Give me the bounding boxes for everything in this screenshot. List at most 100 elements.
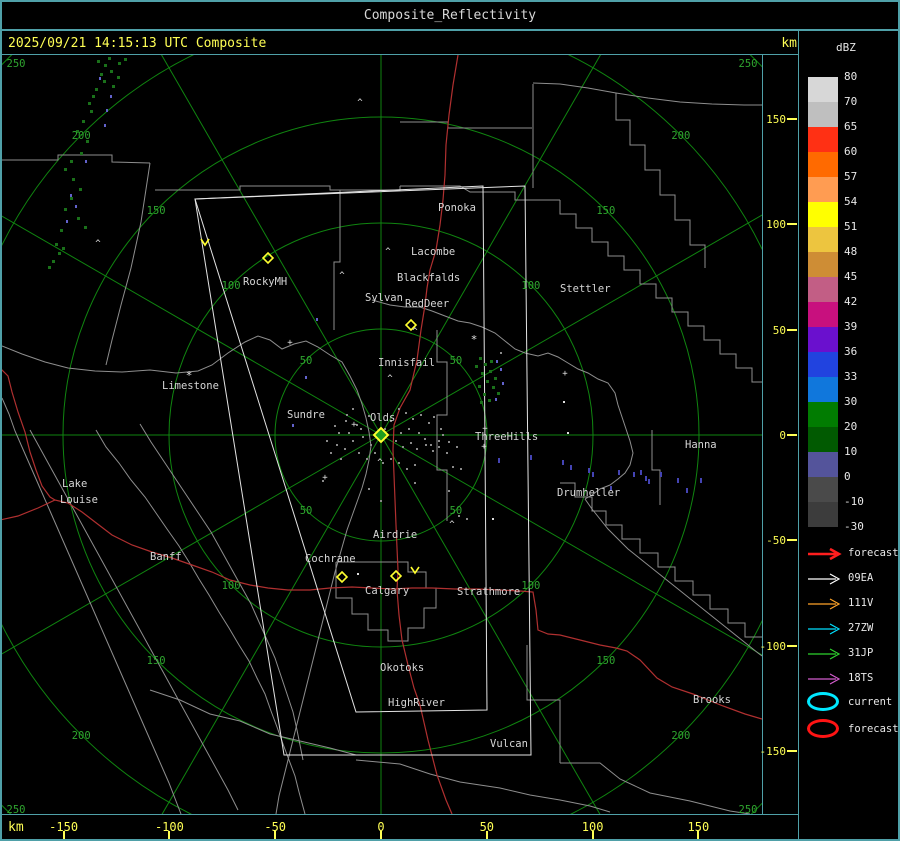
- town-symbol-icon: ^: [377, 458, 383, 468]
- storm-track-arrow-icon: [808, 673, 841, 685]
- range-ring: [2, 55, 762, 814]
- clutter-dot: [428, 422, 430, 424]
- radar-site-diamond-icon: [335, 570, 349, 584]
- city-label: Blackfalds: [397, 272, 460, 284]
- echo-dot-green: [64, 208, 67, 211]
- echo-dot-green: [117, 76, 120, 79]
- bottom-axis-unit-label: km: [8, 820, 24, 835]
- city-label: Innisfail: [378, 357, 435, 369]
- echo-dot-blue: [570, 465, 572, 470]
- city-label: Stettler: [560, 283, 611, 295]
- city-label: Okotoks: [380, 662, 424, 674]
- legend-arrow-label: 09EA: [848, 572, 874, 584]
- echo-dot-green: [481, 372, 484, 375]
- right-axis-tick-label: 150: [766, 112, 786, 126]
- clutter-dot: [448, 490, 450, 492]
- clutter-dot: [414, 482, 416, 484]
- radar-sector-outline: [194, 185, 488, 713]
- clutter-dot: [384, 428, 386, 430]
- echo-dot-purple: [495, 398, 497, 401]
- clutter-dot: [362, 436, 364, 438]
- clutter-dot: [370, 444, 372, 446]
- dbz-scale-label: 30: [844, 395, 858, 408]
- legend-arrow-label: 31JP: [848, 647, 874, 659]
- dbz-scale-label: 10: [844, 445, 858, 458]
- city-label: Strathmore: [457, 586, 520, 598]
- echo-dot-green: [480, 401, 483, 404]
- clutter-dot: [412, 418, 414, 420]
- echo-dot-green: [88, 102, 91, 105]
- range-ring-value-label: 50: [300, 355, 313, 367]
- echo-dot-blue: [530, 455, 532, 460]
- dbz-scale-label: 51: [844, 220, 858, 233]
- legend-ellipse-label: current: [848, 696, 893, 708]
- dbz-scale-label: 36: [844, 345, 858, 358]
- dbz-color-block: [808, 352, 838, 377]
- bottom-axis-tick: [591, 831, 594, 839]
- city-label: Drumheller: [557, 487, 620, 499]
- city-label: Ponoka: [438, 202, 476, 214]
- clutter-dot: [406, 468, 408, 470]
- radial-spoke: [2, 215, 382, 436]
- echo-dot-green: [97, 60, 100, 63]
- clutter-dot: [448, 441, 450, 443]
- right-axis-tick-label: -50: [766, 534, 786, 548]
- storm-track-arrow-icon: [808, 573, 841, 585]
- echo-dot-green: [488, 399, 491, 402]
- range-ring-value-label: 150: [596, 655, 615, 667]
- right-axis-tick-label: 0: [779, 429, 786, 442]
- echo-dot-purple: [75, 205, 77, 208]
- echo-dot-purple: [106, 109, 108, 112]
- range-ring-value-label: 200: [72, 730, 91, 742]
- echo-dot-blue: [633, 472, 635, 477]
- city-label: Olds: [370, 412, 395, 424]
- echo-dot-green: [62, 247, 65, 250]
- dbz-color-block: [808, 127, 838, 152]
- dbz-color-block: [808, 452, 838, 477]
- echo-dot-green: [79, 188, 82, 191]
- echo-dot-green: [70, 197, 73, 200]
- right-axis-tick-label: 100: [766, 218, 786, 232]
- legend-arrow-row: [806, 671, 846, 690]
- range-ring-value-label: 200: [72, 130, 91, 142]
- clutter-dot: [380, 500, 382, 502]
- clutter-dot: [440, 428, 442, 430]
- bottom-axis-tick: [380, 831, 382, 839]
- town-symbol-icon: ^: [95, 239, 101, 249]
- town-dot-icon: [492, 518, 494, 520]
- echo-dot-purple: [316, 318, 318, 321]
- echo-dot-green: [104, 64, 107, 67]
- city-label: Louise: [60, 494, 98, 506]
- clutter-dot: [330, 452, 332, 454]
- echo-dot-purple: [85, 160, 87, 163]
- clutter-dot: [442, 434, 444, 436]
- right-axis-tick: [787, 539, 797, 542]
- clutter-dot: [390, 458, 392, 460]
- range-ring-value-label: 150: [596, 205, 615, 217]
- echo-dot-green: [60, 229, 63, 232]
- city-label: HighRiver: [388, 697, 445, 709]
- clutter-dot: [430, 444, 432, 446]
- radar-center-diamond-icon: [372, 426, 390, 444]
- radial-spoke: [161, 434, 382, 814]
- county-boundaries: [2, 82, 762, 814]
- town-symbol-icon: *: [471, 333, 478, 346]
- right-axis-tick: [787, 328, 797, 331]
- city-label: Lake: [62, 478, 87, 490]
- echo-dot-green: [124, 58, 127, 61]
- clutter-dot: [360, 428, 362, 430]
- echo-dot-green: [80, 152, 83, 155]
- range-ring-value-label: 50: [450, 505, 463, 517]
- bottom-axis-tick: [168, 831, 171, 839]
- legend-arrow-row: [806, 646, 846, 665]
- echo-dot-green: [110, 70, 113, 73]
- range-ring-value-label: 250: [7, 58, 26, 70]
- right-axis-tick: [787, 434, 797, 436]
- city-label: Cochrane: [305, 553, 356, 565]
- clutter-dot: [344, 448, 346, 450]
- legend-ellipse-label: forecast: [848, 723, 899, 735]
- city-label: Limestone: [162, 380, 219, 392]
- echo-dot-blue: [648, 479, 650, 484]
- echo-dot-blue: [700, 478, 702, 483]
- clutter-dot: [405, 412, 407, 414]
